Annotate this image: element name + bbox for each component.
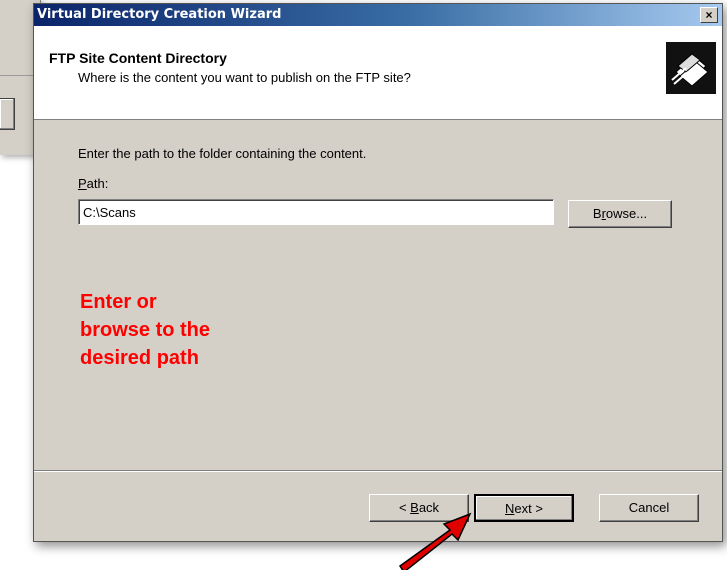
next-label-rest: ext >: [514, 501, 543, 516]
path-label: Path:: [78, 176, 108, 191]
window-title: Virtual Directory Creation Wizard: [37, 7, 282, 22]
page-title: FTP Site Content Directory: [49, 50, 227, 66]
title-bar[interactable]: Virtual Directory Creation Wizard ×: [34, 4, 722, 26]
background-window-button[interactable]: [0, 98, 15, 130]
instruction-text: Enter the path to the folder containing …: [78, 146, 367, 161]
page-subtitle: Where is the content you want to publish…: [78, 70, 411, 85]
annotation-arrow-icon: [398, 512, 472, 570]
close-button[interactable]: ×: [700, 7, 718, 23]
footer-separator: [34, 470, 722, 472]
close-icon: ×: [705, 8, 713, 22]
wizard-dialog: Virtual Directory Creation Wizard × FTP …: [33, 3, 723, 542]
wizard-header: FTP Site Content Directory Where is the …: [34, 26, 722, 120]
next-label-accelerator: N: [505, 501, 515, 516]
browse-button[interactable]: Browse...: [568, 200, 672, 228]
path-label-text: ath:: [86, 176, 109, 191]
path-input[interactable]: [78, 199, 554, 225]
annotation-line-2: browse to the: [80, 319, 211, 341]
annotation-callout: Enter or browse to the desired path: [80, 288, 340, 372]
annotation-line-3: desired path: [80, 347, 199, 369]
wizard-folder-icon: [666, 42, 716, 94]
browse-label-rest: owse...: [605, 206, 648, 221]
annotation-line-1: Enter or: [80, 291, 157, 313]
browse-label-prefix: B: [592, 206, 602, 221]
cancel-button[interactable]: Cancel: [599, 494, 699, 522]
path-label-accelerator: P: [78, 176, 87, 191]
